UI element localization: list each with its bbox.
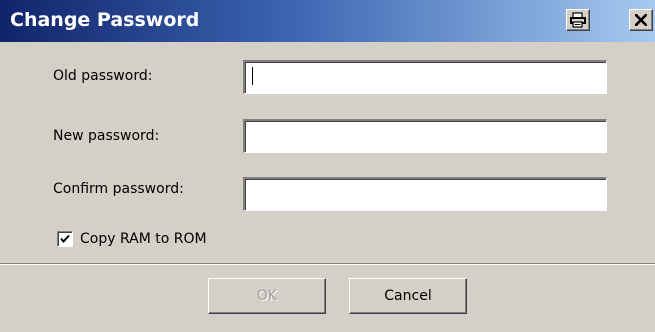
text-caret (252, 67, 253, 85)
confirm-password-label: Confirm password: (53, 181, 184, 197)
confirm-password-field[interactable] (243, 177, 607, 211)
ok-button[interactable]: OK (208, 278, 326, 314)
old-password-field[interactable] (243, 60, 607, 94)
copy-ram-to-rom-checkbox[interactable] (57, 231, 73, 247)
copy-ram-to-rom-label: Copy RAM to ROM (80, 231, 207, 247)
dialog-title: Change Password (10, 9, 200, 31)
new-password-label: New password: (53, 128, 160, 144)
change-password-dialog: Change Password Old password: New passwo… (0, 0, 655, 332)
close-icon (635, 14, 647, 26)
divider (0, 263, 655, 265)
new-password-field[interactable] (243, 119, 607, 153)
title-bar[interactable]: Change Password (0, 0, 655, 42)
close-button[interactable] (629, 9, 653, 31)
cancel-button[interactable]: Cancel (349, 278, 467, 314)
printer-icon (570, 12, 586, 28)
copy-ram-to-rom-option[interactable]: Copy RAM to ROM (57, 231, 207, 247)
print-button[interactable] (566, 9, 590, 31)
old-password-label: Old password: (53, 68, 153, 84)
checkmark-icon (60, 234, 70, 244)
